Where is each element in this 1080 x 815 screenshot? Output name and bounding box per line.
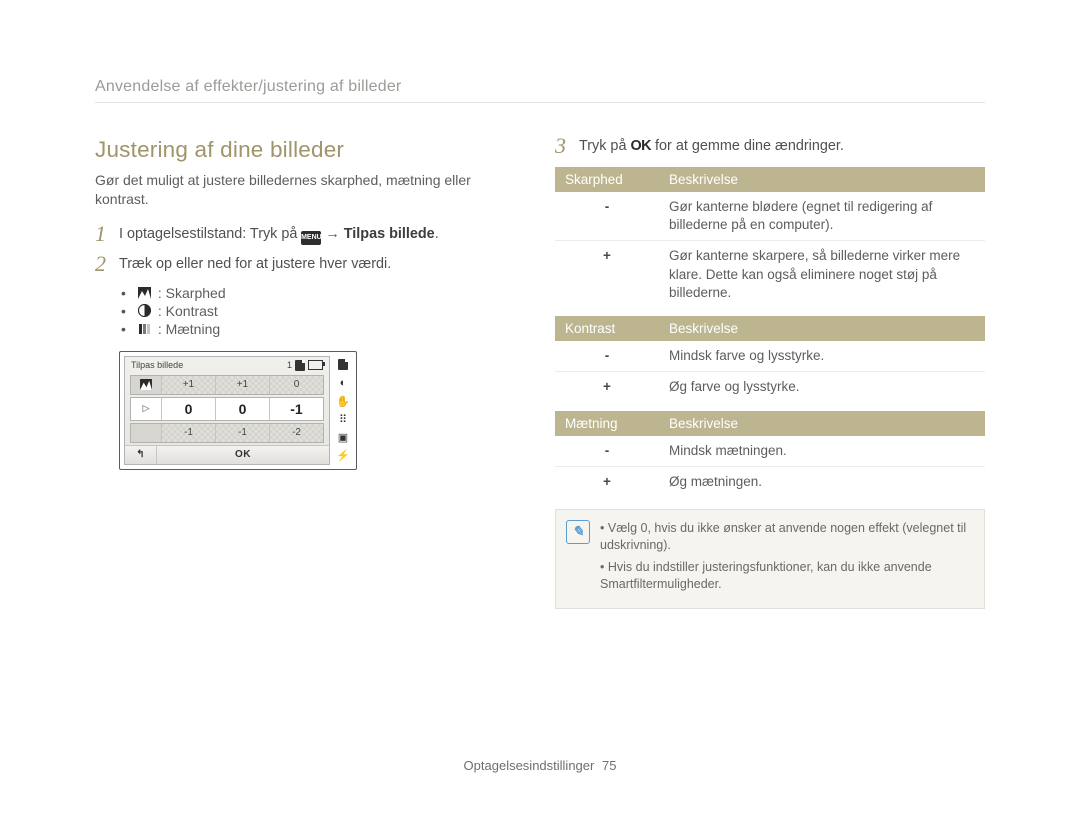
- table-row: - Mindsk mætningen.: [555, 436, 985, 467]
- table-header: Kontrast: [555, 316, 659, 341]
- af-icon: ◐: [336, 376, 350, 390]
- table-header: Skarphed: [555, 167, 659, 192]
- val-top-0: +1: [161, 376, 215, 394]
- val-top-1: +1: [215, 376, 269, 394]
- battery-icon: [308, 360, 323, 370]
- table-val: Øg farve og lysstyrke.: [659, 372, 985, 403]
- intro-text: Gør det muligt at justere billedernes sk…: [95, 171, 515, 209]
- memory-icon: [336, 358, 350, 372]
- page-number: 75: [602, 758, 616, 773]
- val-mid-1: 0: [215, 398, 269, 420]
- palm-ois-icon: ✋: [336, 394, 350, 408]
- step-1: 1 I optagelsestilstand: Tryk på MENU → T…: [95, 225, 515, 245]
- camera-title: Tilpas billede: [131, 360, 183, 370]
- step-number: 3: [555, 135, 571, 157]
- val-bot-2: -2: [269, 424, 323, 442]
- table-row: - Gør kanterne blødere (egnet til redige…: [555, 192, 985, 241]
- frame-icon: ▣: [336, 431, 350, 445]
- flash-icon: ⚡: [336, 449, 350, 463]
- menu-icon: MENU: [301, 231, 321, 245]
- camera-count: 1: [287, 360, 292, 370]
- grip-icon: ⠿: [336, 412, 350, 426]
- val-mid-2: -1: [269, 398, 323, 420]
- step-1-text-a: I optagelsestilstand: Tryk på: [119, 226, 301, 242]
- sharpness-label: : Skarphed: [158, 285, 226, 301]
- saturation-icon: [138, 322, 152, 335]
- step-2-text: Træk op eller ned for at justere hver væ…: [119, 255, 515, 275]
- table-val: Mindsk farve og lysstyrke.: [659, 341, 985, 372]
- slider-row-top: +1 +1 0: [130, 375, 324, 395]
- val-bot-1: -1: [215, 424, 269, 442]
- camera-preview: Tilpas billede 1 +1 +1 0: [119, 351, 357, 470]
- table-key: -: [555, 436, 659, 467]
- section-title: Justering af dine billeder: [95, 137, 515, 163]
- step-1-target: Tilpas billede: [344, 226, 435, 242]
- table-header: Beskrivelse: [659, 411, 985, 436]
- ok-icon: OK: [630, 138, 651, 154]
- step-2: 2 Træk op eller ned for at justere hver …: [95, 255, 515, 275]
- val-bot-0: -1: [161, 424, 215, 442]
- table-val: Mindsk mætningen.: [659, 436, 985, 467]
- saturation-table: Mætning Beskrivelse - Mindsk mætningen. …: [555, 411, 985, 497]
- footer-label: Optagelsesindstillinger: [464, 758, 595, 773]
- saturation-label: : Mætning: [158, 321, 220, 337]
- note-box: ✎ Vælg 0, hvis du ikke ønsker at anvende…: [555, 509, 985, 609]
- sharpness-table: Skarphed Beskrivelse - Gør kanterne blød…: [555, 167, 985, 308]
- slider-row-active: ▷ 0 0 -1: [130, 397, 324, 421]
- table-val: Gør kanterne skarpere, så billederne vir…: [659, 241, 985, 308]
- table-row: + Øg mætningen.: [555, 466, 985, 497]
- sharpness-icon: [140, 379, 152, 390]
- arrow-text: →: [321, 226, 343, 242]
- sd-card-icon: [295, 360, 305, 371]
- table-row: + Gør kanterne skarpere, så billederne v…: [555, 241, 985, 308]
- table-key: +: [555, 466, 659, 497]
- note-item: Vælg 0, hvis du ikke ønsker at anvende n…: [600, 520, 972, 555]
- table-header: Beskrivelse: [659, 316, 985, 341]
- table-key: -: [555, 192, 659, 241]
- contrast-label: : Kontrast: [158, 303, 218, 319]
- contrast-icon: [138, 304, 152, 317]
- sharpness-icon: [138, 286, 152, 299]
- table-key: -: [555, 341, 659, 372]
- table-row: + Øg farve og lysstyrke.: [555, 372, 985, 403]
- adjustment-list: : Skarphed : Kontrast : Mætning: [121, 285, 515, 337]
- camera-ok-button[interactable]: OK: [157, 446, 329, 464]
- contrast-table: Kontrast Beskrivelse - Mindsk farve og l…: [555, 316, 985, 402]
- triangle-marker-icon: ▷: [143, 403, 150, 414]
- step-number: 2: [95, 253, 111, 275]
- slider-row-bottom: -1 -1 -2: [130, 423, 324, 443]
- camera-back-button[interactable]: ↰: [125, 446, 157, 464]
- info-icon: ✎: [566, 520, 590, 544]
- period: .: [435, 226, 439, 242]
- step-3: 3 Tryk på OK for at gemme dine ændringer…: [555, 137, 985, 157]
- note-item: Hvis du indstiller justeringsfunktioner,…: [600, 559, 972, 594]
- table-val: Øg mætningen.: [659, 466, 985, 497]
- camera-side-icons: ◐ ✋ ⠿ ▣ ⚡: [334, 356, 352, 465]
- table-val: Gør kanterne blødere (egnet til redigeri…: [659, 192, 985, 241]
- page-footer: Optagelsesindstillinger 75: [0, 758, 1080, 773]
- table-key: +: [555, 372, 659, 403]
- table-key: +: [555, 241, 659, 308]
- step-number: 1: [95, 223, 111, 245]
- val-top-2: 0: [269, 376, 323, 394]
- val-mid-0: 0: [161, 398, 215, 420]
- table-row: - Mindsk farve og lysstyrke.: [555, 341, 985, 372]
- step-3-text-b: for at gemme dine ændringer.: [651, 138, 844, 154]
- page-header: Anvendelse af effekter/justering af bill…: [95, 78, 985, 103]
- step-3-text-a: Tryk på: [579, 138, 630, 154]
- table-header: Mætning: [555, 411, 659, 436]
- table-header: Beskrivelse: [659, 167, 985, 192]
